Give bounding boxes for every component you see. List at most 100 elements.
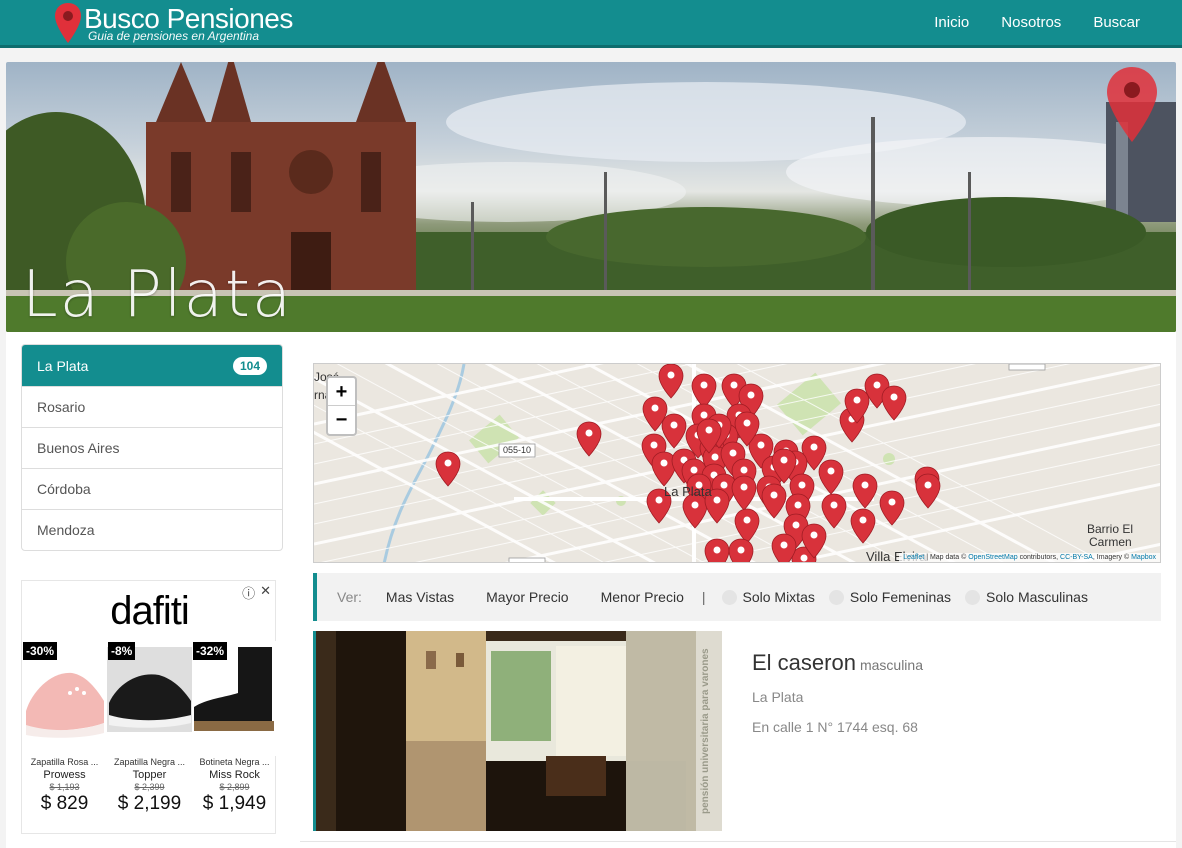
top-navbar: Busco Pensiones Guia de pensiones en Arg… bbox=[0, 0, 1182, 48]
product-old-price: $ 1,193 bbox=[49, 782, 80, 792]
map-marker-dot bbox=[859, 516, 867, 524]
radio-solo-masculinas[interactable]: Solo Masculinas bbox=[965, 589, 1088, 605]
attribution-text: , Imagery © bbox=[1092, 554, 1132, 561]
mapbox-link[interactable]: Mapbox bbox=[1131, 554, 1156, 561]
leaflet-link[interactable]: Leaflet bbox=[903, 554, 924, 561]
radio-solo-mixtas[interactable]: Solo Mixtas bbox=[721, 589, 815, 605]
filter-separator: | bbox=[701, 589, 706, 605]
sort-menor-precio[interactable]: Menor Precio bbox=[601, 589, 684, 605]
map-marker-dot bbox=[794, 501, 802, 509]
listing-photo[interactable]: pensión universitaria para varones bbox=[313, 631, 722, 831]
attribution-text: contributors, bbox=[1017, 554, 1061, 561]
radio-label: Solo Mixtas bbox=[742, 589, 815, 605]
zoom-in-button[interactable]: + bbox=[328, 378, 355, 406]
map-marker-dot bbox=[827, 467, 835, 475]
product-name: Botineta Negra ... bbox=[199, 757, 270, 767]
city-item-mendoza[interactable]: Mendoza bbox=[22, 509, 282, 550]
radio-circle[interactable] bbox=[721, 589, 737, 605]
city-list: La Plata 104 Rosario Buenos Aires Córdob… bbox=[21, 344, 283, 551]
radio-label: Solo Masculinas bbox=[986, 589, 1088, 605]
map-label-carmen: Carmen bbox=[1089, 535, 1132, 549]
map-marker-dot bbox=[670, 421, 678, 429]
osm-link[interactable]: OpenStreetMap bbox=[968, 554, 1017, 561]
divider bbox=[300, 841, 1176, 842]
pensions-map[interactable]: José rnández Barrio El Carmen Villa Elvi… bbox=[313, 363, 1161, 563]
nav-inicio[interactable]: Inicio bbox=[934, 14, 969, 31]
sort-mas-vistas[interactable]: Mas Vistas bbox=[386, 589, 454, 605]
city-item-la-plata[interactable]: La Plata 104 bbox=[22, 345, 282, 386]
map-marker-dot bbox=[705, 426, 713, 434]
radio-solo-femeninas[interactable]: Solo Femeninas bbox=[828, 589, 952, 605]
filter-bar: Ver: Mas Vistas Mayor Precio Menor Preci… bbox=[313, 573, 1161, 621]
map-marker-dot bbox=[667, 371, 675, 379]
city-label: La Plata bbox=[37, 357, 89, 374]
map-marker-dot bbox=[655, 496, 663, 504]
product-old-price: $ 2,399 bbox=[134, 782, 165, 792]
map-marker-dot bbox=[830, 501, 838, 509]
product-brand: Prowess bbox=[43, 769, 86, 781]
city-title: La Plata bbox=[22, 258, 294, 332]
radio-circle[interactable] bbox=[828, 589, 844, 605]
dafiti-ad[interactable]: dafiti ⓘ ✕ -30% Zapatilla Rosa ... Prowe… bbox=[21, 580, 277, 834]
map-marker-dot bbox=[770, 491, 778, 499]
ad-product[interactable]: -30% Zapatilla Rosa ... Prowess $ 1,193 … bbox=[22, 641, 107, 831]
ad-info-icon[interactable]: ⓘ bbox=[242, 583, 255, 602]
map-attribution: Leaflet | Map data © OpenStreetMap contr… bbox=[899, 553, 1160, 562]
map-marker-dot bbox=[780, 541, 788, 549]
radio-label: Solo Femeninas bbox=[849, 589, 952, 605]
map-marker-dot bbox=[747, 391, 755, 399]
site-logo[interactable]: Busco Pensiones Guia de pensiones en Arg… bbox=[54, 2, 293, 46]
city-label: Rosario bbox=[37, 399, 86, 415]
map-marker-dot bbox=[810, 443, 818, 451]
discount-badge: -32% bbox=[193, 642, 228, 660]
map-marker-dot bbox=[924, 481, 932, 489]
listing-type: masculina bbox=[859, 657, 923, 673]
listing-title[interactable]: El caseron masculina bbox=[752, 650, 923, 676]
discount-badge: -30% bbox=[23, 642, 58, 660]
product-name: Zapatilla Negra ... bbox=[113, 757, 186, 767]
photo-watermark: pensión universitaria para varones bbox=[700, 648, 711, 814]
map-pin-icon bbox=[54, 2, 82, 44]
nav-nosotros[interactable]: Nosotros bbox=[1001, 14, 1061, 31]
map-marker-dot bbox=[730, 381, 738, 389]
city-item-cordoba[interactable]: Córdoba bbox=[22, 468, 282, 509]
nav-buscar[interactable]: Buscar bbox=[1093, 14, 1140, 31]
hallway-photo bbox=[316, 631, 722, 831]
map-marker-dot bbox=[651, 404, 659, 412]
map-marker-dot bbox=[792, 521, 800, 529]
map-marker-dot bbox=[700, 381, 708, 389]
map-marker-dot bbox=[691, 501, 699, 509]
product-name: Zapatilla Rosa ... bbox=[30, 757, 99, 767]
map-marker-dot bbox=[713, 496, 721, 504]
product-price: $ 1,949 bbox=[202, 793, 267, 814]
map-marker-dot bbox=[690, 466, 698, 474]
city-sidebar: La Plata 104 Rosario Buenos Aires Córdob… bbox=[21, 344, 283, 551]
map-zoom-control: + − bbox=[326, 376, 357, 436]
ad-product[interactable]: -8% Zapatilla Negra ... Topper $ 2,399 $… bbox=[107, 641, 192, 831]
map-marker-dot bbox=[713, 546, 721, 554]
zoom-out-button[interactable]: − bbox=[328, 406, 355, 434]
map-marker-dot bbox=[800, 554, 808, 562]
product-brand: Miss Rock bbox=[209, 769, 260, 781]
map-marker-dot bbox=[780, 456, 788, 464]
sort-mayor-precio[interactable]: Mayor Precio bbox=[486, 589, 568, 605]
city-item-buenos-aires[interactable]: Buenos Aires bbox=[22, 427, 282, 468]
product-price: $ 829 bbox=[40, 793, 89, 814]
map-marker-dot bbox=[585, 429, 593, 437]
logo-subtitle: Guia de pensiones en Argentina bbox=[88, 29, 260, 43]
listing-city: La Plata bbox=[752, 689, 804, 705]
main-nav: Inicio Nosotros Buscar bbox=[902, 14, 1140, 31]
map-marker-dot bbox=[660, 459, 668, 467]
discount-badge: -8% bbox=[108, 642, 136, 660]
map-marker-dot bbox=[743, 516, 751, 524]
ad-close-icon[interactable]: ✕ bbox=[260, 583, 271, 602]
city-item-rosario[interactable]: Rosario bbox=[22, 386, 282, 427]
license-link[interactable]: CC-BY-SA bbox=[1060, 554, 1093, 561]
map-marker-dot bbox=[729, 449, 737, 457]
radio-circle[interactable] bbox=[965, 589, 981, 605]
map-marker-dot bbox=[720, 481, 728, 489]
map-marker-dot bbox=[711, 453, 719, 461]
product-price: $ 2,199 bbox=[117, 793, 182, 814]
ad-product[interactable]: -32% Botineta Negra ... Miss Rock $ 2,89… bbox=[192, 641, 277, 831]
map-label-barrio: Barrio El bbox=[1087, 522, 1134, 536]
